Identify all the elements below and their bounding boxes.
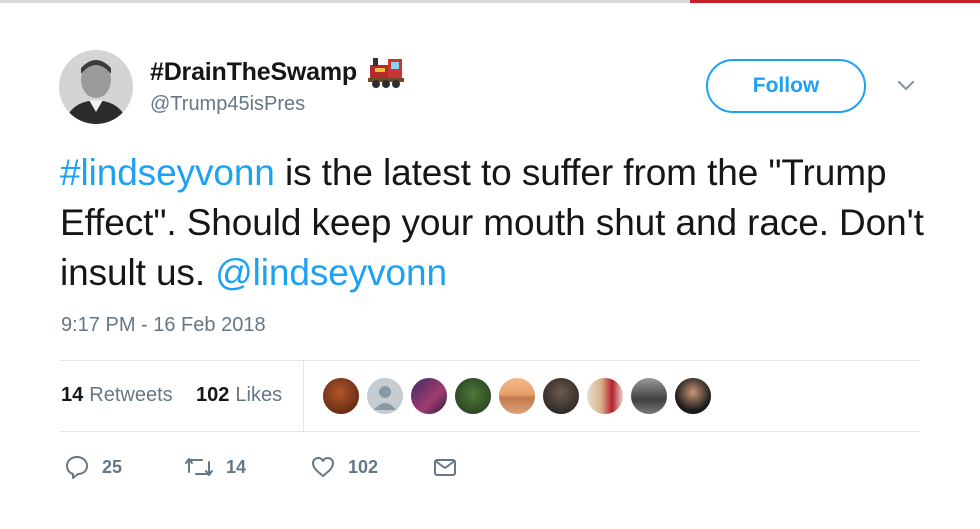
avatar-image	[59, 50, 133, 124]
retweet-icon	[184, 454, 214, 480]
display-name-text: #DrainTheSwamp	[150, 57, 357, 86]
likes-label: Likes	[235, 384, 283, 406]
timestamp[interactable]: 9:17 PM - 16 Feb 2018	[61, 314, 266, 337]
liker-avatar[interactable]	[630, 377, 668, 415]
heart-icon	[310, 454, 336, 480]
reply-count: 25	[102, 456, 123, 477]
hashtag-link[interactable]: #lindseyvonn	[60, 152, 275, 193]
liker-avatar[interactable]	[586, 377, 624, 415]
like-count: 102	[348, 456, 379, 477]
divider-top	[60, 360, 920, 361]
liker-avatar[interactable]	[542, 377, 580, 415]
liker-avatar[interactable]	[454, 377, 492, 415]
liker-avatar[interactable]	[498, 377, 536, 415]
handle[interactable]: @Trump45isPres	[150, 93, 305, 116]
stats-divider	[303, 361, 304, 431]
retweet-action[interactable]: 14	[184, 452, 246, 482]
top-border	[0, 0, 980, 3]
retweets-stat[interactable]: 14 Retweets	[61, 384, 173, 407]
like-action[interactable]: 102	[310, 452, 378, 482]
liker-avatar[interactable]	[410, 377, 448, 415]
likes-stat[interactable]: 102 Likes	[196, 384, 282, 407]
retweet-count: 14	[226, 456, 247, 477]
mention-link[interactable]: @lindseyvonn	[215, 252, 447, 293]
display-name[interactable]: #DrainTheSwamp	[150, 55, 405, 89]
liker-avatar[interactable]	[674, 377, 712, 415]
retweets-label: Retweets	[89, 384, 173, 406]
train-icon	[367, 55, 405, 89]
likes-count: 102	[196, 384, 230, 406]
liker-avatar[interactable]	[366, 377, 404, 415]
avatar[interactable]	[59, 50, 133, 124]
reply-action[interactable]: 25	[64, 452, 122, 482]
chevron-down-icon[interactable]	[895, 78, 917, 94]
default-avatar-icon	[374, 386, 396, 410]
reply-icon	[64, 454, 90, 480]
follow-button[interactable]: Follow	[706, 59, 866, 113]
divider-bottom	[60, 431, 920, 432]
retweets-count: 14	[61, 384, 84, 406]
tweet-text: #lindseyvonn is the latest to suffer fro…	[60, 148, 950, 298]
liker-avatar[interactable]	[322, 377, 360, 415]
message-action[interactable]	[432, 452, 458, 482]
top-border-accent	[690, 0, 980, 3]
envelope-icon	[432, 454, 458, 480]
